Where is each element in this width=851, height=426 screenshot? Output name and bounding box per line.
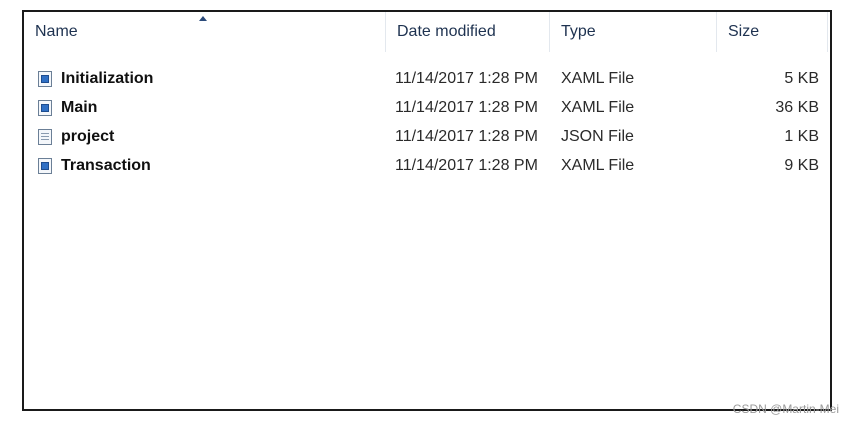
json-file-icon [38, 128, 52, 145]
file-date: 11/14/2017 1:28 PM [395, 69, 538, 87]
file-name-cell: Initialization [38, 64, 153, 93]
file-name: project [61, 127, 115, 145]
file-row-main[interactable]: Main 11/14/2017 1:28 PM XAML File 36 KB [24, 93, 830, 122]
xaml-file-icon [38, 99, 52, 116]
xaml-file-icon [38, 157, 52, 174]
file-type: XAML File [561, 156, 635, 174]
file-type: XAML File [561, 98, 635, 116]
column-header-name-label: Name [35, 23, 78, 40]
file-name: Main [61, 98, 98, 116]
file-name: Transaction [61, 156, 151, 174]
file-size: 5 KB [784, 69, 819, 87]
column-header-name[interactable]: Name [24, 12, 386, 52]
file-name-cell: Main [38, 93, 97, 122]
column-header-type-label: Type [561, 23, 596, 40]
file-name: Initialization [61, 69, 154, 87]
column-header-date-modified[interactable]: Date modified [386, 12, 550, 52]
column-header-type[interactable]: Type [550, 12, 717, 52]
column-header-bar: Name Date modified Type Size [24, 12, 830, 52]
file-name-cell: project [38, 122, 114, 151]
column-header-date-label: Date modified [397, 23, 496, 40]
file-date: 11/14/2017 1:28 PM [395, 98, 538, 116]
xaml-file-icon [38, 70, 52, 87]
file-size: 1 KB [784, 127, 819, 145]
file-date: 11/14/2017 1:28 PM [395, 156, 538, 174]
column-header-size[interactable]: Size [717, 12, 828, 52]
file-date: 11/14/2017 1:28 PM [395, 127, 538, 145]
file-row-project[interactable]: project 11/14/2017 1:28 PM JSON File 1 K… [24, 122, 830, 151]
file-row-initialization[interactable]: Initialization 11/14/2017 1:28 PM XAML F… [24, 64, 830, 93]
file-row-transaction[interactable]: Transaction 11/14/2017 1:28 PM XAML File… [24, 151, 830, 180]
file-size: 36 KB [775, 98, 819, 116]
watermark-text: CSDN @Martin-Mei [732, 402, 839, 416]
file-size: 9 KB [784, 156, 819, 174]
column-header-size-label: Size [728, 23, 760, 40]
file-type: JSON File [561, 127, 634, 145]
file-list-window: Name Date modified Type Size Initializat… [22, 10, 832, 411]
file-type: XAML File [561, 69, 635, 87]
sort-ascending-icon [199, 16, 207, 21]
file-list: Initialization 11/14/2017 1:28 PM XAML F… [24, 64, 830, 180]
file-name-cell: Transaction [38, 151, 151, 180]
